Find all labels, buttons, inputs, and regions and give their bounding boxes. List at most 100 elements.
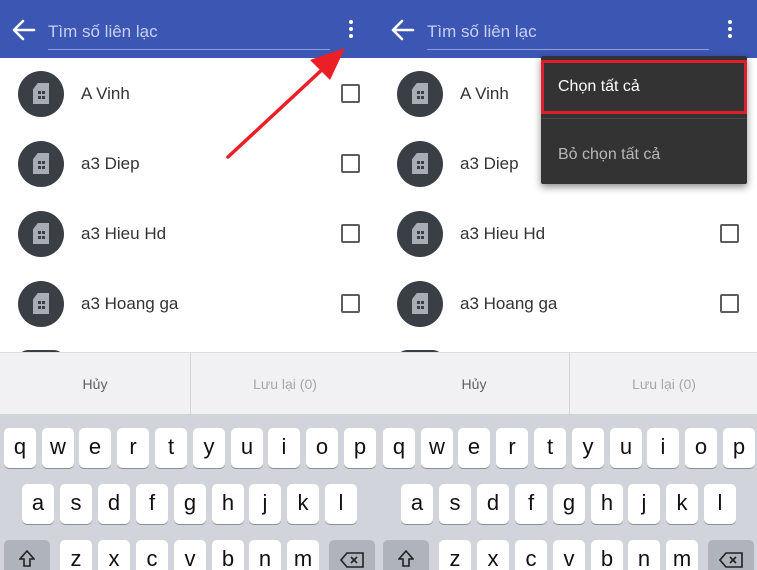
key[interactable]: o (685, 428, 717, 468)
key[interactable]: c (515, 540, 547, 570)
backspace-icon[interactable] (708, 540, 754, 570)
key[interactable]: q (383, 428, 415, 468)
key[interactable]: g (553, 484, 585, 524)
back-arrow-icon[interactable] (391, 19, 415, 41)
cancel-button[interactable]: Hủy (0, 353, 190, 415)
key[interactable]: e (79, 428, 111, 468)
key[interactable]: f (136, 484, 168, 524)
key[interactable]: h (591, 484, 623, 524)
key[interactable]: q (4, 428, 36, 468)
key[interactable]: z (439, 540, 471, 570)
key[interactable]: v (174, 540, 206, 570)
key[interactable]: x (98, 540, 130, 570)
contact-name: A Vinh (460, 84, 509, 103)
key[interactable]: w (421, 428, 453, 468)
key[interactable]: y (572, 428, 604, 468)
contact-checkbox[interactable] (341, 224, 360, 243)
contact-checkbox[interactable] (341, 294, 360, 313)
key[interactable]: k (287, 484, 319, 524)
key[interactable]: o (306, 428, 338, 468)
key[interactable]: k (666, 484, 698, 524)
key[interactable]: b (212, 540, 244, 570)
contact-row[interactable]: a3 Hieu Hd (0, 198, 379, 268)
keyboard: q w e r t y u i o p a s d f g h j k l z … (379, 414, 757, 570)
action-bar: Hủy Lưu lại (0) (0, 352, 379, 415)
key[interactable]: w (42, 428, 74, 468)
search-field[interactable] (48, 18, 330, 50)
avatar (18, 211, 64, 257)
contact-row[interactable]: a3 Hoang ga (379, 268, 757, 338)
sim-card-icon (33, 223, 49, 244)
key[interactable]: f (515, 484, 547, 524)
avatar (397, 71, 443, 117)
screen-after: A Vinh a3 Diep a3 Hieu Hd a3 Hoang ga Hủ… (379, 0, 757, 570)
key[interactable]: p (723, 428, 755, 468)
contact-name: a3 Hoang ga (460, 294, 558, 313)
keyboard: q w e r t y u i o p a s d f g h j k l z … (0, 414, 379, 570)
key[interactable]: l (325, 484, 357, 524)
contact-row[interactable]: a3 Diep (0, 128, 379, 198)
key[interactable]: j (249, 484, 281, 524)
key[interactable]: c (136, 540, 168, 570)
contact-row[interactable]: a3 Hieu Hd (379, 198, 757, 268)
contact-row[interactable]: A Vinh (0, 58, 379, 128)
key[interactable]: i (647, 428, 679, 468)
contact-row[interactable]: a3 Hoang ga (0, 268, 379, 338)
avatar (397, 211, 443, 257)
deselect-all-menu-item[interactable]: Bỏ chọn tất cả (541, 128, 747, 182)
key[interactable]: e (458, 428, 490, 468)
key[interactable]: d (98, 484, 130, 524)
key[interactable]: y (193, 428, 225, 468)
key[interactable]: j (628, 484, 660, 524)
key[interactable]: g (174, 484, 206, 524)
key[interactable]: m (666, 540, 698, 570)
save-button[interactable]: Lưu lại (0) (569, 353, 757, 415)
key[interactable]: i (268, 428, 300, 468)
contact-checkbox[interactable] (341, 154, 360, 173)
key[interactable]: x (477, 540, 509, 570)
contact-checkbox[interactable] (720, 224, 739, 243)
key[interactable]: l (704, 484, 736, 524)
key[interactable]: a (22, 484, 54, 524)
key[interactable]: d (477, 484, 509, 524)
save-button[interactable]: Lưu lại (0) (190, 353, 379, 415)
overflow-menu: Chọn tất cả Bỏ chọn tất cả (541, 56, 747, 184)
shift-icon[interactable] (4, 540, 50, 570)
search-field[interactable] (427, 18, 709, 50)
key[interactable]: u (231, 428, 263, 468)
back-arrow-icon[interactable] (12, 19, 36, 41)
key[interactable]: v (553, 540, 585, 570)
key[interactable]: s (60, 484, 92, 524)
key[interactable]: z (60, 540, 92, 570)
more-options-icon[interactable] (725, 20, 735, 42)
key[interactable]: u (610, 428, 642, 468)
key[interactable]: p (344, 428, 376, 468)
contact-checkbox[interactable] (341, 84, 360, 103)
screen-before: A Vinh a3 Diep a3 Hieu Hd a3 Hoang ga Hủ… (0, 0, 379, 570)
contact-checkbox[interactable] (720, 294, 739, 313)
key[interactable]: a (401, 484, 433, 524)
sim-card-icon (412, 153, 428, 174)
key[interactable]: r (496, 428, 528, 468)
key[interactable]: h (212, 484, 244, 524)
key[interactable]: t (155, 428, 187, 468)
shift-icon[interactable] (383, 540, 429, 570)
search-input[interactable] (427, 18, 709, 46)
key[interactable]: n (628, 540, 660, 570)
sim-card-icon (412, 83, 428, 104)
avatar (18, 281, 64, 327)
cancel-button[interactable]: Hủy (379, 353, 569, 415)
key[interactable]: n (249, 540, 281, 570)
contact-name: a3 Hoang ga (81, 294, 179, 313)
key[interactable]: t (534, 428, 566, 468)
sim-card-icon (33, 153, 49, 174)
more-options-icon[interactable] (346, 20, 356, 42)
key[interactable]: m (287, 540, 319, 570)
key[interactable]: r (117, 428, 149, 468)
backspace-icon[interactable] (329, 540, 375, 570)
search-input[interactable] (48, 18, 330, 46)
key[interactable]: b (591, 540, 623, 570)
key[interactable]: s (439, 484, 471, 524)
select-all-menu-item[interactable]: Chọn tất cả (541, 60, 747, 114)
sim-card-icon (33, 293, 49, 314)
